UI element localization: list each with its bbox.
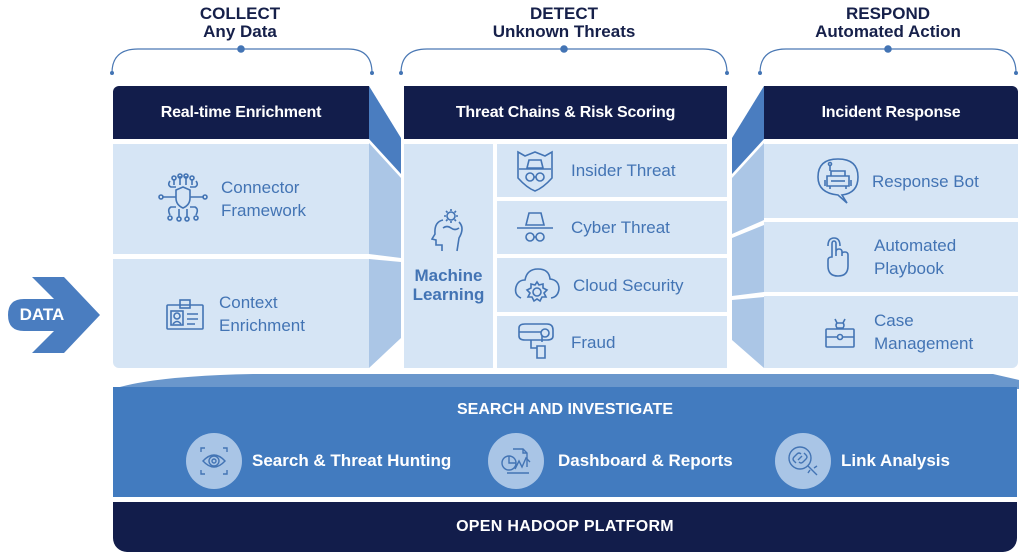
robot-chat-icon xyxy=(816,157,860,205)
phase-subtitle: Unknown Threats xyxy=(492,22,636,41)
platform-label: OPEN HADOOP PLATFORM xyxy=(456,518,674,535)
hand-pointer-icon xyxy=(824,236,852,278)
phase-subtitle: Automated Action xyxy=(815,22,961,41)
feature-label: Search & Threat Hunting xyxy=(252,451,452,470)
panel-label: Fraud xyxy=(571,332,616,352)
panel-label: Automated Playbook xyxy=(874,236,957,278)
panel-label: Cloud Security xyxy=(573,275,684,295)
insider-threat-panel[interactable]: Insider Threat xyxy=(497,144,727,197)
brace-respond xyxy=(758,45,1018,75)
fraud-panel[interactable]: Fraud xyxy=(497,316,727,368)
panel-label: Cyber Threat xyxy=(571,218,670,237)
head-gear-icon xyxy=(430,208,467,252)
feature-dashboard-reports[interactable]: Dashboard & Reports xyxy=(488,433,733,489)
panel-label: Response Bot xyxy=(872,171,979,191)
detect-header: Threat Chains & Risk Scoring xyxy=(404,86,727,139)
feature-label: Dashboard & Reports xyxy=(558,451,733,470)
circuit-shield-icon xyxy=(157,173,209,225)
panel-label: Connector Framework xyxy=(221,178,307,220)
feature-search-threat-hunting[interactable]: Search & Threat Hunting xyxy=(186,433,451,489)
phase-heading-collect: COLLECT Any Data xyxy=(140,5,340,41)
open-hadoop-platform-band: OPEN HADOOP PLATFORM xyxy=(113,502,1017,552)
ml-label: Machine Learning xyxy=(412,266,485,304)
brace-collect xyxy=(110,45,374,75)
panel-label: Insider Threat xyxy=(571,161,676,180)
collect-side-face xyxy=(369,86,401,368)
dashboard-chart-icon xyxy=(499,445,533,477)
link-magnifier-icon xyxy=(786,444,820,478)
machine-learning-panel: Machine Learning xyxy=(404,144,493,368)
spy-hat-icon xyxy=(515,211,555,245)
brace-detect xyxy=(399,45,729,75)
feature-label: Link Analysis xyxy=(841,451,950,470)
eye-scan-icon xyxy=(198,445,230,477)
collect-header: Real-time Enrichment xyxy=(113,86,369,139)
cloud-gear-icon xyxy=(513,265,561,305)
phase-heading-detect: DETECT Unknown Threats xyxy=(444,5,684,41)
respond-header: Incident Response xyxy=(764,86,1018,139)
feature-link-analysis[interactable]: Link Analysis xyxy=(775,433,950,489)
cyber-threat-panel[interactable]: Cyber Threat xyxy=(497,201,727,254)
automated-playbook-panel[interactable]: Automated Playbook xyxy=(764,222,1018,292)
spy-shield-icon xyxy=(515,150,555,192)
phase-heading-respond: RESPOND Automated Action xyxy=(778,5,998,41)
collect-header-label: Real-time Enrichment xyxy=(160,103,322,121)
case-management-panel[interactable]: Case Management xyxy=(764,296,1018,368)
phase-title: RESPOND xyxy=(845,4,931,23)
respond-header-label: Incident Response xyxy=(821,103,961,121)
cloud-security-panel[interactable]: Cloud Security xyxy=(497,258,727,312)
security-camera-icon xyxy=(515,322,555,362)
panel-label: Context Enrichment xyxy=(219,292,305,335)
phase-title: COLLECT xyxy=(199,4,281,23)
panel-label: Case Management xyxy=(874,311,974,353)
phase-title: DETECT xyxy=(530,4,598,23)
data-input-label: DATA xyxy=(19,305,65,324)
search-investigate-title: SEARCH AND INVESTIGATE xyxy=(456,401,673,418)
detect-header-label: Threat Chains & Risk Scoring xyxy=(455,103,676,121)
response-bot-panel[interactable]: Response Bot xyxy=(764,144,1018,218)
id-badge-icon xyxy=(165,297,205,331)
connector-framework-panel: Connector Framework xyxy=(113,144,369,254)
phase-subtitle: Any Data xyxy=(203,22,277,41)
respond-side-face xyxy=(732,86,764,368)
briefcase-user-icon xyxy=(824,315,856,349)
context-enrichment-panel: Context Enrichment xyxy=(113,259,369,368)
